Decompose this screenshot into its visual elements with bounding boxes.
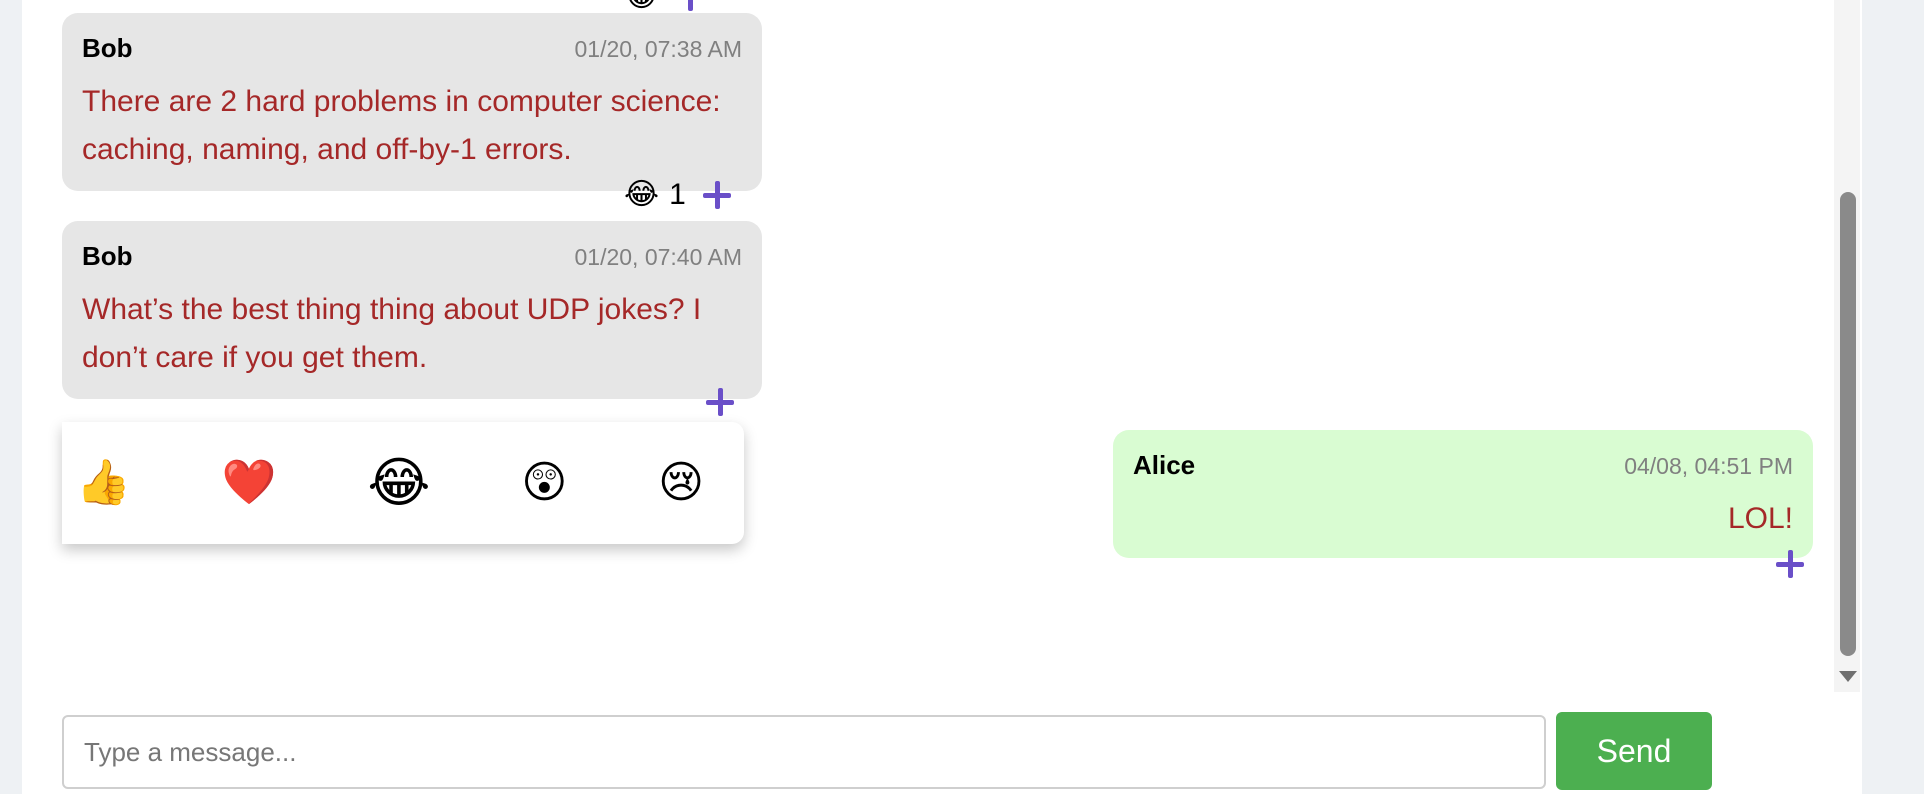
scrollbar[interactable] (1834, 0, 1860, 692)
send-button[interactable]: Send (1556, 712, 1712, 790)
surprised-icon[interactable]: 😲 (521, 458, 567, 508)
laughing-icon[interactable]: 😂 (624, 0, 659, 14)
message-text: What’s the best thing thing about UDP jo… (82, 293, 702, 374)
laughing-icon: 😂 (624, 178, 660, 211)
message-bubble: Alice 04/08, 04:51 PM LOL! (1113, 430, 1813, 558)
reaction-row (703, 385, 737, 419)
thumbs-up-icon[interactable]: 👍 (76, 458, 131, 508)
sender-name: Bob (82, 33, 133, 63)
add-reaction-button[interactable] (700, 178, 734, 212)
add-reaction-button[interactable] (1773, 547, 1807, 581)
chat-app: 😂 Bob 01/20, 07:38 AM There are 2 hard p… (22, 0, 1862, 794)
message-text: There are 2 hard problems in computer sc… (82, 85, 721, 166)
reaction-row (1773, 547, 1807, 581)
sad-icon[interactable]: 😢 (658, 458, 704, 508)
message-timestamp: 01/20, 07:38 AM (574, 36, 742, 62)
message-bubble: Bob 01/20, 07:40 AM What’s the best thin… (62, 221, 762, 399)
reaction-count: 1 (669, 178, 686, 211)
message-timestamp: 04/08, 04:51 PM (1624, 453, 1793, 479)
add-reaction-button[interactable] (703, 385, 737, 419)
heart-icon[interactable]: ❤️ (222, 458, 277, 508)
message-timestamp: 01/20, 07:40 AM (574, 244, 742, 270)
message-text: LOL! (1727, 502, 1793, 535)
laughing-icon[interactable]: 😂 (367, 456, 430, 510)
reaction-chip[interactable]: 😂 1 (624, 178, 686, 212)
sender-name: Bob (82, 241, 133, 271)
scrollbar-thumb[interactable] (1840, 192, 1856, 656)
add-reaction-button[interactable] (673, 0, 707, 14)
message-list[interactable]: 😂 Bob 01/20, 07:38 AM There are 2 hard p… (22, 0, 1862, 692)
emoji-picker: 👍 ❤️ 😂 😲 😢 (62, 422, 744, 544)
scroll-down-arrow-icon[interactable] (1839, 671, 1857, 682)
message-composer: Send (62, 712, 1734, 790)
sender-name: Alice (1133, 450, 1196, 480)
partial-reaction-row: 😂 (624, 0, 707, 14)
reaction-row: 😂 1 (624, 178, 734, 212)
message-input[interactable] (62, 715, 1546, 789)
message-bubble: Bob 01/20, 07:38 AM There are 2 hard pro… (62, 13, 762, 191)
